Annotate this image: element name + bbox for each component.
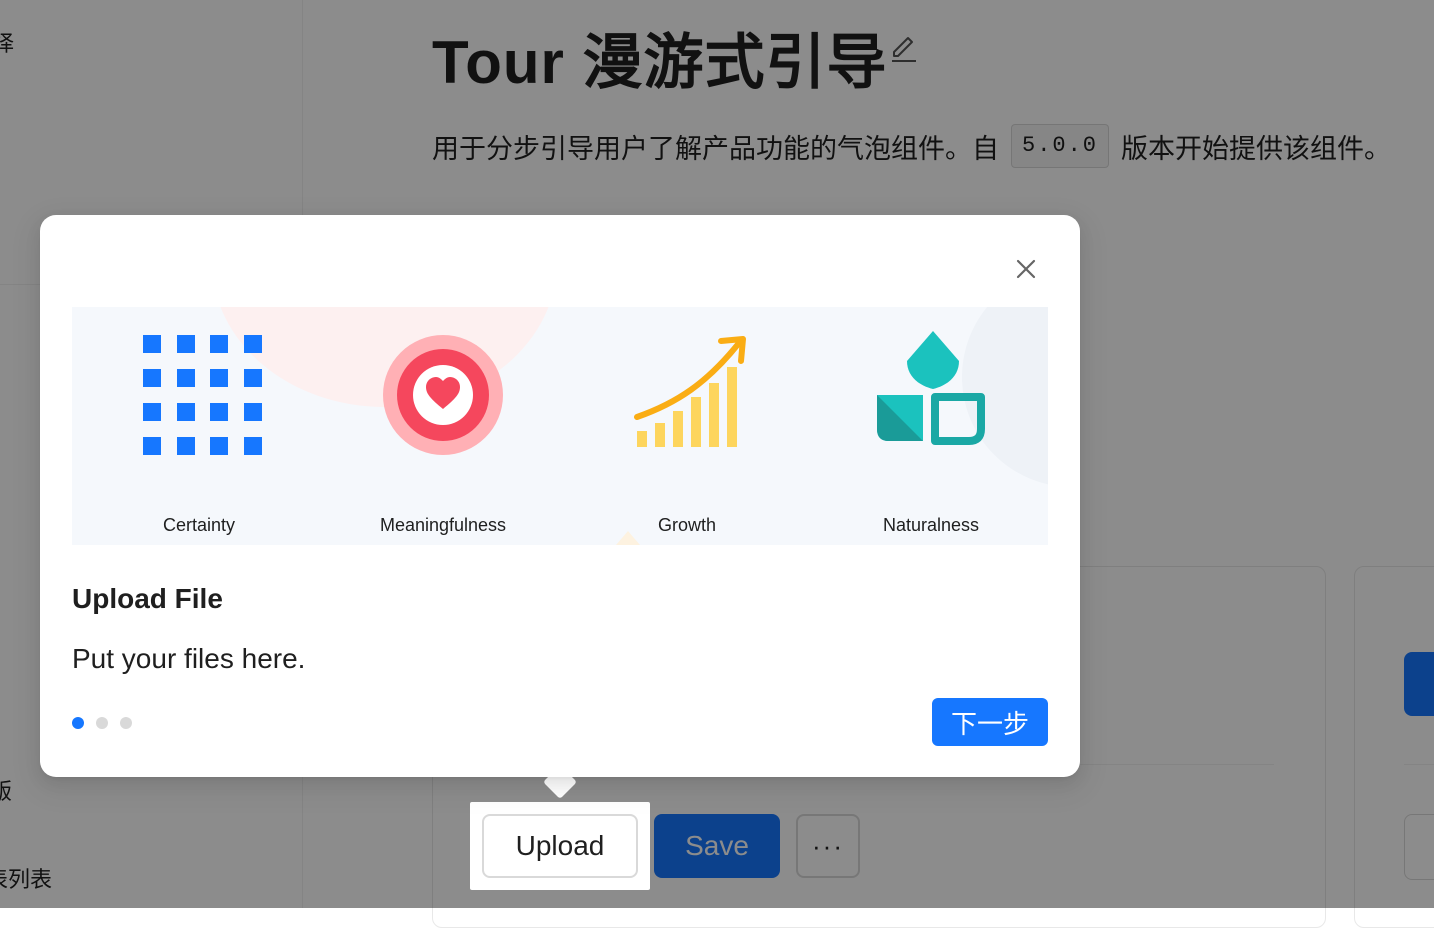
cover-item-meaningfulness: Meaningfulness <box>321 307 565 545</box>
cover-label: Meaningfulness <box>379 515 507 535</box>
tour-step-indicator <box>72 717 132 729</box>
step-dot <box>120 717 132 729</box>
growth-chart-icon <box>634 336 746 447</box>
grid-icon <box>143 335 262 455</box>
heart-icon <box>383 335 503 455</box>
cover-item-certainty: Certainty <box>77 307 321 545</box>
leaf-icon <box>877 331 985 445</box>
cover-label: Certainty <box>162 515 236 535</box>
tour-description: Put your files here. <box>72 643 306 674</box>
step-dot-active <box>72 717 84 729</box>
next-step-button[interactable]: 下一步 <box>932 698 1048 746</box>
cover-item-naturalness: Naturalness <box>809 307 1048 545</box>
cover-item-growth: Growth <box>565 307 809 545</box>
tour-popover: Certainty Meaningfulness Growth Naturaln… <box>40 215 1080 777</box>
step-dot <box>96 717 108 729</box>
upload-button[interactable]: Upload <box>482 814 638 878</box>
close-icon[interactable] <box>1010 253 1042 285</box>
tour-title: Upload File <box>72 583 223 614</box>
tour-cover-image: Certainty Meaningfulness Growth Naturaln… <box>72 307 1048 545</box>
cover-label: Naturalness <box>882 515 980 535</box>
cover-label: Growth <box>657 515 717 535</box>
